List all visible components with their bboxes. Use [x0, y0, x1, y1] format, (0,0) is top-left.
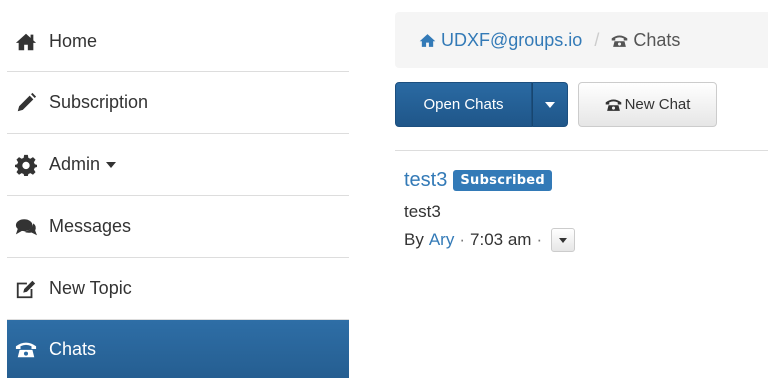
chat-toolbar: Open Chats New Chat [395, 82, 717, 127]
open-chats-dropdown-toggle[interactable] [532, 82, 568, 127]
phone-icon [612, 35, 628, 47]
new-chat-button[interactable]: New Chat [578, 82, 717, 127]
chat-actions-dropdown[interactable] [551, 228, 576, 252]
home-icon [15, 31, 37, 53]
sidebar-item-label: Admin [49, 154, 101, 174]
breadcrumb-group-link[interactable]: UDXF@groups.io [419, 30, 582, 51]
breadcrumb-separator: / [594, 29, 600, 50]
by-label: By [404, 230, 424, 249]
open-chats-button-group: Open Chats [395, 82, 568, 127]
breadcrumb-current-label: Chats [633, 29, 681, 50]
list-item: test3 Subscribed test3 By Ary · 7:03 am … [404, 166, 576, 252]
sidebar-item-label: Chats [49, 338, 97, 359]
comments-icon [15, 216, 37, 238]
meta-separator: · [459, 230, 466, 249]
phone-icon [605, 99, 621, 111]
sidebar-item-label: Home [49, 31, 98, 51]
author-link[interactable]: Ary [429, 230, 455, 250]
new-chat-label: New Chat [624, 96, 691, 113]
chat-time: 7:03 am [470, 230, 532, 249]
sidebar-item-new-topic[interactable]: New Topic [7, 258, 349, 320]
edit-icon [15, 278, 37, 300]
breadcrumb-group-label: UDXF@groups.io [441, 29, 583, 50]
sidebar-item-label: New Topic [49, 278, 132, 298]
open-chats-button[interactable]: Open Chats [395, 82, 532, 127]
sidebar-item-chats[interactable]: Chats [7, 320, 349, 378]
chevron-down-icon [106, 161, 117, 168]
meta-separator: · [536, 230, 543, 249]
gear-icon [15, 154, 37, 176]
phone-icon [15, 338, 37, 360]
home-icon [419, 33, 436, 47]
sidebar-item-label: Messages [49, 216, 132, 236]
pencil-icon [15, 92, 37, 114]
chat-body: test3 [404, 202, 441, 221]
breadcrumb: UDXF@groups.io / Chats [395, 12, 768, 68]
chevron-down-icon [559, 237, 568, 243]
sidebar-item-admin[interactable]: Admin [7, 134, 349, 196]
sidebar-item-subscription[interactable]: Subscription [7, 72, 349, 134]
status-badge: Subscribed [453, 169, 553, 191]
sidebar-item-label: Subscription [49, 92, 149, 112]
chat-title-row: test3 Subscribed [404, 166, 575, 194]
sidebar-nav: Home Subscription Admin Messages New Top… [7, 12, 349, 378]
chat-title-link[interactable]: test3 [404, 169, 447, 192]
chevron-down-icon [545, 101, 555, 108]
sidebar-item-messages[interactable]: Messages [7, 196, 349, 258]
chat-meta: By Ary · 7:03 am · [404, 228, 576, 252]
sidebar-item-home[interactable]: Home [7, 12, 349, 72]
divider [395, 150, 768, 151]
breadcrumb-current: Chats [611, 30, 680, 51]
page: Home Subscription Admin Messages New Top… [0, 0, 768, 381]
